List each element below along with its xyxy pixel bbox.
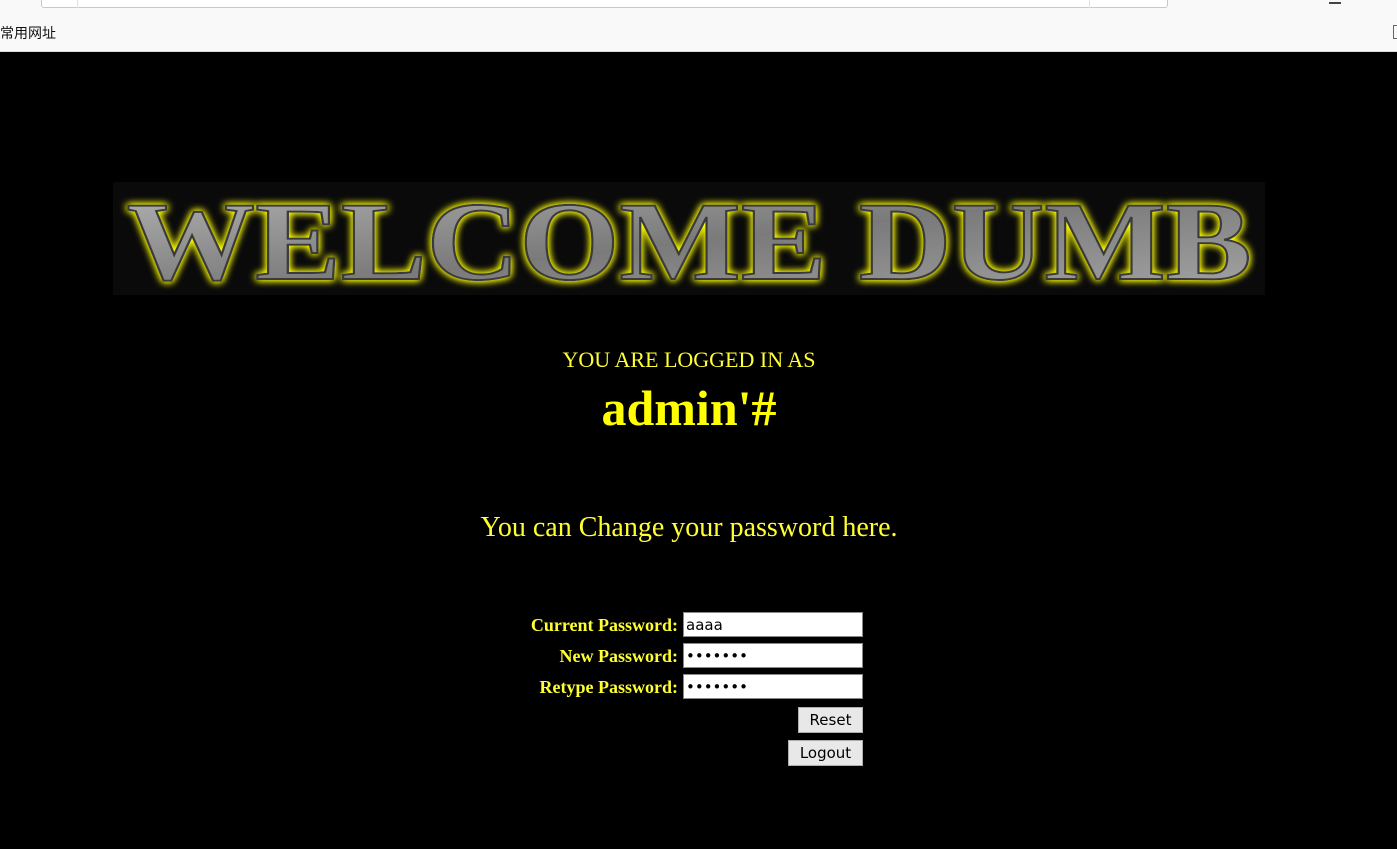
bookmarks-bar: 常用网址	[0, 24, 56, 44]
reset-button[interactable]: Reset	[798, 707, 863, 733]
bookmark-item[interactable]: 常用网址	[0, 26, 56, 42]
username-display: admin'#	[601, 380, 777, 436]
new-password-input[interactable]	[683, 643, 863, 668]
other-bookmarks-icon[interactable]	[1393, 25, 1397, 39]
retype-password-input[interactable]	[683, 674, 863, 699]
page-body: WELCOME DUMB YOU ARE LOGGED IN AS admin'…	[0, 52, 1397, 849]
welcome-banner-graphic: WELCOME DUMB	[126, 182, 1253, 295]
banner-text: WELCOME DUMB	[127, 182, 1252, 295]
browser-chrome: 常用网址	[0, 0, 1397, 52]
address-bar[interactable]	[41, 0, 1168, 8]
address-bar-divider	[1089, 0, 1090, 8]
menu-icon[interactable]	[1329, 0, 1341, 4]
current-password-label: Current Password:	[530, 615, 678, 635]
welcome-banner-image: WELCOME DUMB	[113, 182, 1265, 295]
new-password-label: New Password:	[559, 646, 679, 666]
retype-password-label: Retype Password:	[539, 677, 678, 697]
logout-button[interactable]: Logout	[788, 740, 863, 766]
address-bar-divider	[77, 0, 78, 8]
change-password-message: You can Change your password here.	[480, 512, 898, 543]
current-password-input[interactable]	[683, 612, 863, 637]
logged-in-label: YOU ARE LOGGED IN AS	[562, 347, 816, 372]
